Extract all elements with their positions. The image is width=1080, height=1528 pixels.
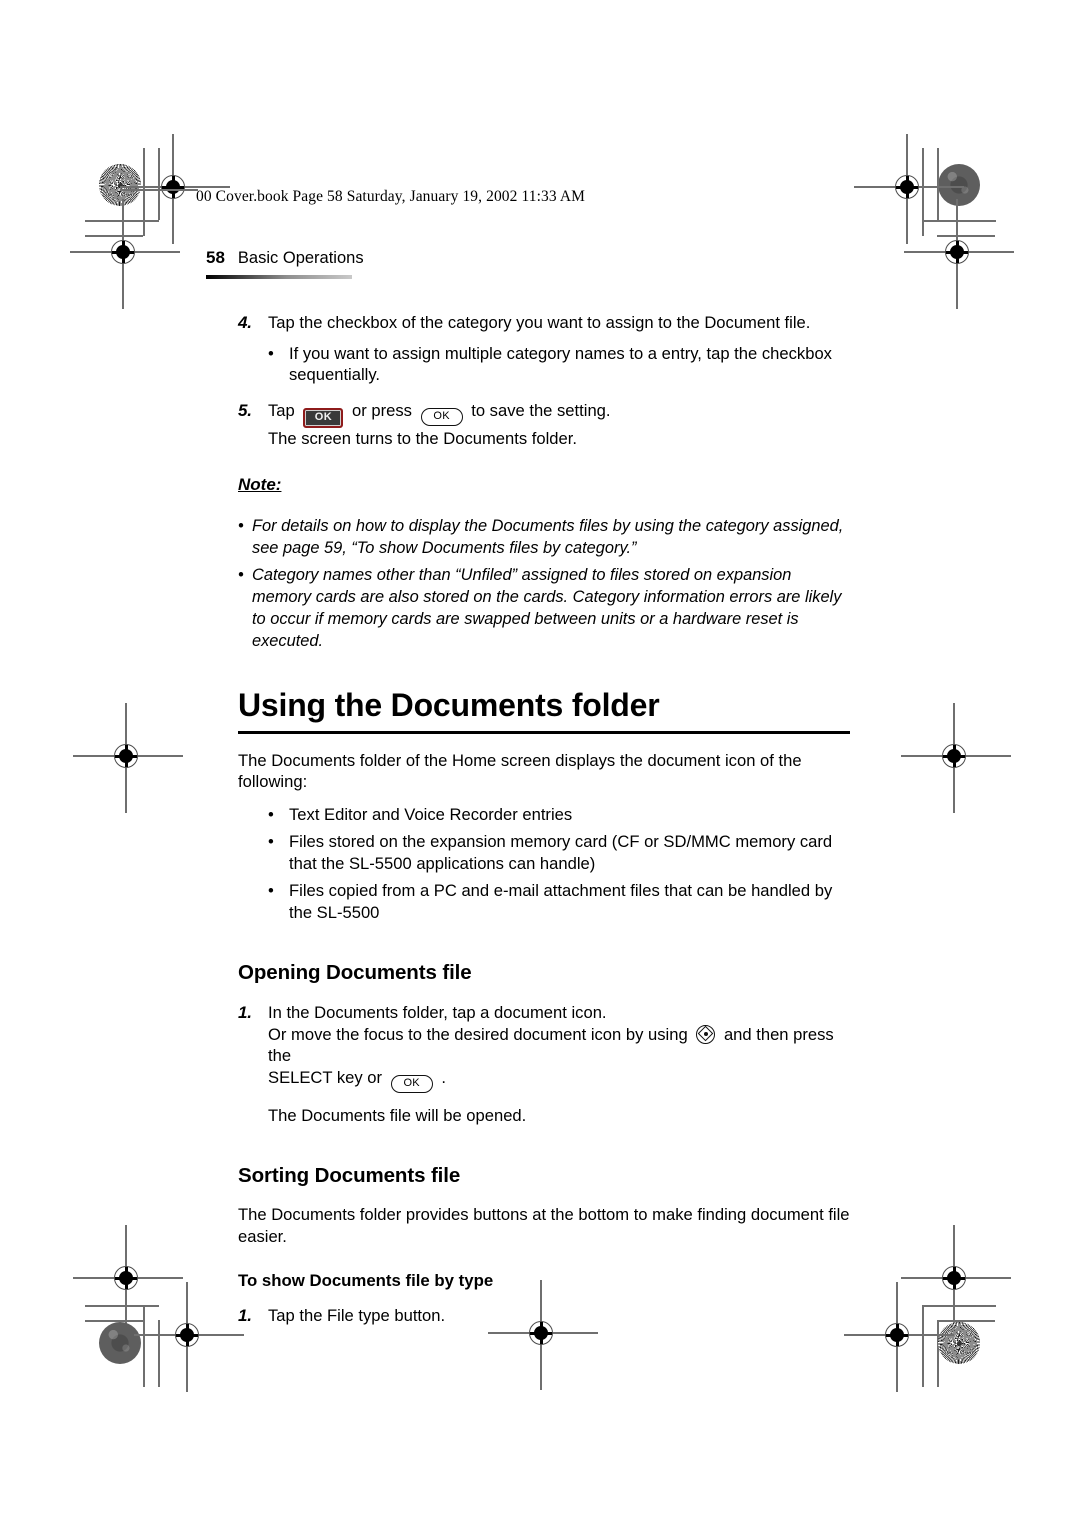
- opening-step-1-body: In the Documents folder, tap a document …: [268, 1002, 850, 1093]
- section-using-bullet-list: • Text Editor and Voice Recorder entries…: [268, 804, 850, 924]
- page-number: 58: [206, 248, 225, 267]
- note-block: Note: • For details on how to display th…: [238, 449, 850, 652]
- list-item-label: For details on how to display the Docume…: [252, 517, 844, 557]
- opening-step-1-result: The Documents file will be opened.: [238, 1105, 850, 1127]
- bullet-icon: •: [238, 517, 244, 535]
- file-stamp: 00 Cover.book Page 58 Saturday, January …: [196, 188, 585, 205]
- step-4-bullet-list: • If you want to assign multiple categor…: [268, 343, 850, 386]
- step-4-text: Tap the checkbox of the category you wan…: [268, 313, 811, 332]
- step-5-number: 5.: [238, 400, 252, 420]
- opening-step-1-line-3a: SELECT key or: [268, 1067, 383, 1087]
- bullet-icon: •: [268, 343, 274, 363]
- bullet-icon: •: [238, 566, 244, 584]
- step-4: 4. Tap the checkbox of the category you …: [238, 312, 850, 334]
- list-item: • If you want to assign multiple categor…: [268, 343, 850, 386]
- navigation-pad-icon[interactable]: [696, 1024, 716, 1044]
- list-item: • Files copied from a PC and e-mail atta…: [268, 880, 850, 923]
- note-heading: Note:: [238, 475, 282, 494]
- section-using-intro: The Documents folder of the Home screen …: [238, 750, 802, 792]
- opening-step-1-result-text: The Documents file will be opened.: [268, 1105, 527, 1125]
- list-item: • For details on how to display the Docu…: [238, 515, 850, 559]
- opening-step-1-line-2: Or move the focus to the desired documen…: [268, 1024, 850, 1067]
- list-item-label: Files stored on the expansion memory car…: [289, 832, 833, 873]
- step-5-lead-text: Tap: [268, 400, 295, 420]
- opening-step-1-line-3b: .: [441, 1067, 446, 1087]
- note-list: • For details on how to display the Docu…: [238, 515, 850, 652]
- sorting-step-1-number: 1.: [238, 1306, 252, 1325]
- section-heading-sorting: Sorting Documents file: [238, 1164, 461, 1187]
- bullet-icon: •: [268, 881, 274, 900]
- page-title-rule: [238, 731, 850, 734]
- manual-page: 00 Cover.book Page 58 Saturday, January …: [0, 0, 1080, 1528]
- step-5-line-2: The screen turns to the Documents folder…: [268, 428, 577, 448]
- list-item: • Files stored on the expansion memory c…: [268, 831, 850, 874]
- section-heading-opening: Opening Documents file: [238, 961, 472, 984]
- ok-hardware-key-icon[interactable]: OK: [390, 1074, 433, 1093]
- opening-step-1-number: 1.: [238, 1003, 252, 1022]
- page-title: Using the Documents folder: [238, 687, 660, 723]
- step-4-number: 4.: [238, 313, 252, 332]
- list-item-label: Files copied from a PC and e-mail attach…: [289, 881, 833, 922]
- step-5-tail-text: to save the setting.: [471, 400, 611, 420]
- opening-step-1-line-3: SELECT key or OK .: [268, 1067, 850, 1093]
- ok-hardware-key-icon[interactable]: OK: [420, 407, 463, 426]
- subsection-heading-show-by-type: To show Documents file by type: [238, 1271, 494, 1290]
- sorting-step-1: 1. Tap the File type button.: [238, 1305, 850, 1327]
- step-5: 5. Tap OK or press OK to save the settin…: [238, 400, 850, 450]
- sorting-step-1-text: Tap the File type button.: [268, 1306, 446, 1325]
- list-item: • Text Editor and Voice Recorder entries: [268, 804, 850, 826]
- list-item-label: Text Editor and Voice Recorder entries: [289, 804, 573, 824]
- page-content: 4. Tap the checkbox of the category you …: [238, 312, 850, 1327]
- section-title: Basic Operations: [237, 249, 364, 267]
- running-head: 58 Basic Operations: [206, 248, 364, 268]
- list-item-label: If you want to assign multiple category …: [289, 343, 832, 385]
- list-item: • Category names other than “Unfiled” as…: [238, 564, 850, 652]
- bullet-icon: •: [268, 832, 274, 851]
- section-sorting-intro: The Documents folder provides buttons at…: [238, 1205, 850, 1246]
- step-5-mid-text: or press: [352, 400, 412, 420]
- step-5-body: Tap OK or press OK to save the setting. …: [268, 400, 850, 450]
- ok-screen-button-icon[interactable]: OK: [303, 407, 344, 428]
- file-stamp-rule: [120, 189, 198, 191]
- bullet-icon: •: [268, 804, 274, 824]
- opening-step-1: 1. In the Documents folder, tap a docume…: [238, 1002, 850, 1093]
- opening-step-1-line-2a: Or move the focus to the desired documen…: [268, 1024, 688, 1044]
- list-item-label: Category names other than “Unfiled” assi…: [252, 566, 842, 650]
- running-head-rule: [206, 275, 352, 279]
- opening-step-1-line-1: In the Documents folder, tap a document …: [268, 1003, 607, 1022]
- step-5-line-1: Tap OK or press OK to save the setting.: [268, 400, 850, 428]
